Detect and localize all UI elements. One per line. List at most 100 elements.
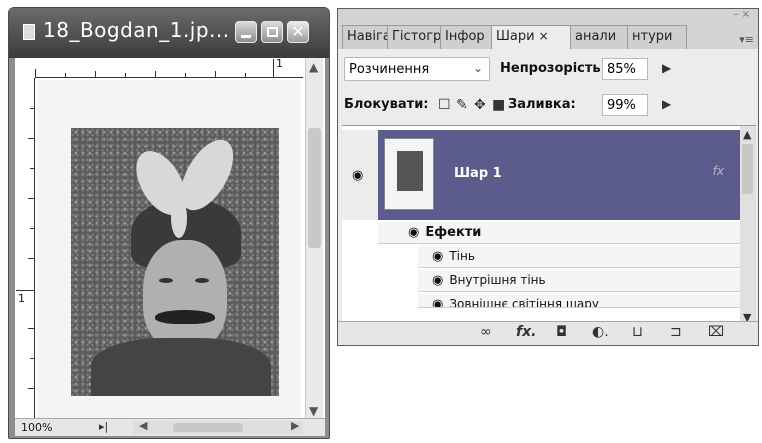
- ruler-tick: [65, 73, 66, 77]
- adjustment-icon[interactable]: ◐.: [592, 324, 609, 340]
- lock-label: Блокувати:: [344, 97, 429, 112]
- tab-histogram[interactable]: Гістогр: [387, 25, 441, 49]
- layer-row-selected[interactable]: Шар 1 fx: [378, 130, 740, 220]
- ruler-tick: [30, 228, 34, 229]
- tab-paths[interactable]: нтури: [627, 25, 687, 49]
- eye-icon[interactable]: ◉: [352, 168, 363, 183]
- layer-thumbnail: [384, 138, 434, 210]
- scroll-left-icon[interactable]: ◀: [139, 419, 147, 432]
- ruler-tick: [28, 328, 34, 329]
- blend-mode-value: Розчинення: [349, 62, 430, 77]
- eye-icon[interactable]: ◉: [408, 225, 419, 240]
- ruler-tick: [95, 71, 96, 77]
- tab-navigator[interactable]: Навіга: [342, 25, 388, 49]
- effects-header-label: Ефекти: [425, 225, 482, 240]
- status-bar: 100% ▸| ◀ ▶: [15, 418, 325, 436]
- layer-thumbnail-image: [397, 151, 423, 191]
- eye-icon[interactable]: ◉: [432, 273, 443, 288]
- eye-shape: [159, 278, 173, 283]
- document-title-bar[interactable]: 18_Bogdan_1.jp... ✕: [9, 8, 329, 58]
- scroll-thumb[interactable]: [173, 423, 243, 432]
- layer-list-scrollbar[interactable]: ▲ ▼: [740, 126, 756, 326]
- mask-icon[interactable]: ◘: [556, 324, 567, 340]
- image-canvas[interactable]: [37, 80, 301, 420]
- document-canvas-area: 1 1: [15, 57, 325, 420]
- info-arrow-icon[interactable]: ▸|: [99, 420, 108, 433]
- lock-row: Блокувати: ☐ ✎ ✥ ■ Заливка: 99% ▶: [344, 93, 754, 119]
- eye-icon[interactable]: ◉: [432, 249, 443, 264]
- document-window: 18_Bogdan_1.jp... ✕ 1 1 ▲ ▼ 100% ▸| ◀ ▶: [8, 7, 330, 439]
- ruler-horizontal: 1: [35, 57, 303, 78]
- scroll-right-icon[interactable]: ▶: [291, 419, 299, 432]
- effect-row[interactable]: ◉ Тінь: [418, 246, 740, 268]
- scroll-thumb[interactable]: [742, 144, 753, 194]
- zoom-level[interactable]: 100%: [21, 421, 52, 434]
- trash-icon[interactable]: ⌧: [708, 324, 724, 340]
- close-icon: ✕: [291, 22, 305, 41]
- document-icon: [23, 24, 35, 40]
- close-button[interactable]: ✕: [287, 21, 309, 43]
- lock-all-icon[interactable]: ■: [492, 97, 505, 113]
- effect-row[interactable]: ◉ Внутрішня тінь: [418, 270, 740, 292]
- ruler-tick: [125, 73, 126, 77]
- link-icon[interactable]: ∞: [480, 324, 492, 340]
- ruler-tick: [28, 198, 34, 199]
- panel-tabs: Навіга Гістогр Інфор Шари × анали нтури: [342, 25, 687, 49]
- tab-layers-label: Шари: [496, 29, 535, 44]
- layer-visibility-column: ◉: [342, 130, 378, 220]
- lock-position-icon[interactable]: ✥: [474, 97, 486, 113]
- effect-label: Внутрішня тінь: [449, 273, 546, 287]
- vertical-scrollbar[interactable]: ▲ ▼: [305, 58, 323, 420]
- fill-slider-icon[interactable]: ▶: [662, 97, 671, 111]
- lock-transparent-icon[interactable]: ☐: [438, 97, 451, 113]
- blend-mode-select[interactable]: Розчинення ⌄: [344, 57, 490, 81]
- scroll-down-icon[interactable]: ▼: [309, 404, 318, 418]
- minimize-icon: [241, 34, 251, 38]
- opacity-label: Непрозорість:: [500, 61, 606, 76]
- ruler-tick: [30, 168, 34, 169]
- tab-info[interactable]: Інфор: [440, 25, 492, 49]
- maximize-icon: [266, 27, 278, 37]
- horizontal-scrollbar[interactable]: [133, 421, 303, 434]
- panel-menu-icon[interactable]: ▾≡: [739, 33, 754, 46]
- scroll-thumb[interactable]: [308, 128, 321, 248]
- tab-close-icon[interactable]: ×: [539, 29, 549, 43]
- cloak-shape: [91, 338, 271, 396]
- ruler-tick: [28, 258, 34, 259]
- eye-icon[interactable]: ◉: [432, 297, 443, 307]
- ruler-tick: [185, 73, 186, 77]
- effect-label: Зовнішнє світіння шару: [449, 297, 599, 308]
- feather-shape: [171, 198, 187, 238]
- maximize-button[interactable]: [261, 21, 283, 43]
- fill-field[interactable]: 99%: [602, 94, 648, 116]
- minimize-button[interactable]: [235, 21, 257, 43]
- folder-icon[interactable]: ⊔: [632, 324, 643, 340]
- ruler-tick: [215, 71, 216, 77]
- opacity-field[interactable]: 85%: [602, 58, 648, 80]
- panel-close-icon[interactable]: – ×: [733, 9, 750, 20]
- scroll-up-icon[interactable]: ▲: [743, 128, 751, 141]
- ruler-tick: [35, 69, 36, 77]
- ruler-label: 1: [276, 57, 283, 70]
- fx-indicator-icon[interactable]: fx: [713, 164, 724, 178]
- ruler-tick: [30, 108, 34, 109]
- scroll-up-icon[interactable]: ▲: [309, 60, 318, 74]
- eye-shape: [195, 278, 209, 283]
- ruler-tick: [155, 71, 156, 77]
- fx-icon[interactable]: fx.: [516, 324, 536, 340]
- tab-channels[interactable]: анали: [570, 25, 628, 49]
- ruler-label: 1: [18, 292, 25, 305]
- effects-header-row[interactable]: ◉ Ефекти: [378, 222, 740, 244]
- fill-label: Заливка:: [508, 97, 576, 112]
- layers-panel: – × Навіга Гістогр Інфор Шари × анали нту…: [337, 8, 759, 346]
- opacity-slider-icon[interactable]: ▶: [662, 61, 671, 75]
- tab-layers[interactable]: Шари ×: [491, 25, 571, 49]
- effect-label: Тінь: [449, 249, 475, 263]
- document-title: 18_Bogdan_1.jp...: [43, 18, 230, 42]
- effect-row[interactable]: ◉ Зовнішнє світіння шару: [418, 294, 740, 308]
- ruler-tick: [28, 138, 34, 139]
- lock-image-icon[interactable]: ✎: [456, 97, 468, 113]
- portrait-image: [71, 128, 279, 396]
- new-layer-icon[interactable]: ⊐: [670, 324, 682, 340]
- ruler-tick: [30, 358, 34, 359]
